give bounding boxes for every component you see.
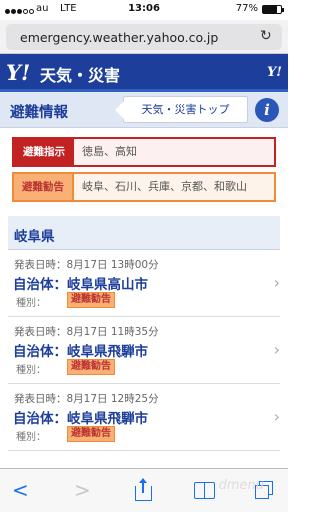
municipality-name[interactable]: 自治体：岐阜県高山市 (13, 273, 148, 293)
watermark: dmenu (218, 478, 264, 493)
battery-icon (262, 5, 284, 14)
forward-arrow-icon[interactable]: > (74, 479, 98, 503)
kind-label: 種別： (16, 365, 46, 376)
status-bar: au LTE 13:06 77% (0, 0, 288, 20)
bookmarks-icon[interactable] (193, 479, 217, 503)
url-field[interactable]: emergency.weather.yahoo.co.jp ↻ (6, 24, 282, 50)
list-item[interactable]: 発表日時：8月17日 11時35分 自治体：岐阜県飛騨市 種別： 避難勧告 › (8, 318, 280, 384)
url-text[interactable]: emergency.weather.yahoo.co.jp (20, 30, 218, 45)
battery-percent: 77% (235, 3, 258, 14)
evacuation-order-row[interactable]: 避難指示 徳島、高知 (12, 137, 276, 167)
yahoo-logo[interactable]: Y! (6, 61, 30, 85)
advisory-badge: 避難勧告 (67, 292, 115, 308)
kind-label: 種別： (16, 298, 46, 309)
advisory-badge: 避難勧告 (67, 426, 115, 442)
municipality-name[interactable]: 自治体：岐阜県飛騨市 (13, 340, 148, 360)
chevron-right-icon: › (273, 273, 280, 292)
weather-top-link[interactable]: 天気・災害トップ (115, 96, 248, 123)
region-header: 岐阜県 (8, 216, 280, 250)
advisory-badge: 避難勧告 (67, 359, 115, 375)
site-header: Y! 天気・災害 Y! (0, 54, 288, 92)
list-item[interactable]: 発表日時：8月17日 13時00分 自治体：岐阜県高山市 種別： 避難勧告 › (8, 251, 280, 317)
evacuation-advisory-areas: 岐阜、石川、兵庫、京都、和歌山 (82, 180, 247, 193)
chevron-right-icon: › (273, 407, 280, 426)
municipality-name[interactable]: 自治体：岐阜県飛騨市 (13, 407, 148, 427)
kind-label: 種別： (16, 432, 46, 443)
back-arrow-icon[interactable]: < (12, 479, 36, 503)
list-item[interactable]: 発表日時：8月17日 12時25分 自治体：岐阜県飛騨市 種別： 避難勧告 › (8, 385, 280, 451)
evacuation-order-label: 避難指示 (14, 139, 74, 165)
page-title: 避難情報 (10, 105, 68, 121)
region-name: 岐阜県 (14, 229, 55, 245)
issued-date: 発表日時：8月17日 11時35分 (14, 326, 159, 338)
address-bar: emergency.weather.yahoo.co.jp ↻ (0, 20, 288, 54)
reload-icon[interactable]: ↻ (260, 28, 274, 44)
site-title[interactable]: 天気・災害 (40, 62, 120, 86)
issued-date: 発表日時：8月17日 12時25分 (14, 393, 159, 405)
share-icon[interactable] (132, 478, 156, 503)
yahoo-small-logo[interactable]: Y! (267, 65, 282, 80)
chevron-right-icon: › (273, 340, 280, 359)
evacuation-order-areas: 徳島、高知 (82, 145, 137, 158)
evacuation-advisory-row[interactable]: 避難勧告 岐阜、石川、兵庫、京都、和歌山 (12, 172, 276, 202)
evacuation-advisory-label: 避難勧告 (14, 174, 74, 200)
page-header: 避難情報 天気・災害トップ i (0, 92, 288, 128)
issued-date: 発表日時：8月17日 13時00分 (14, 259, 159, 271)
info-icon[interactable]: i (255, 98, 279, 122)
